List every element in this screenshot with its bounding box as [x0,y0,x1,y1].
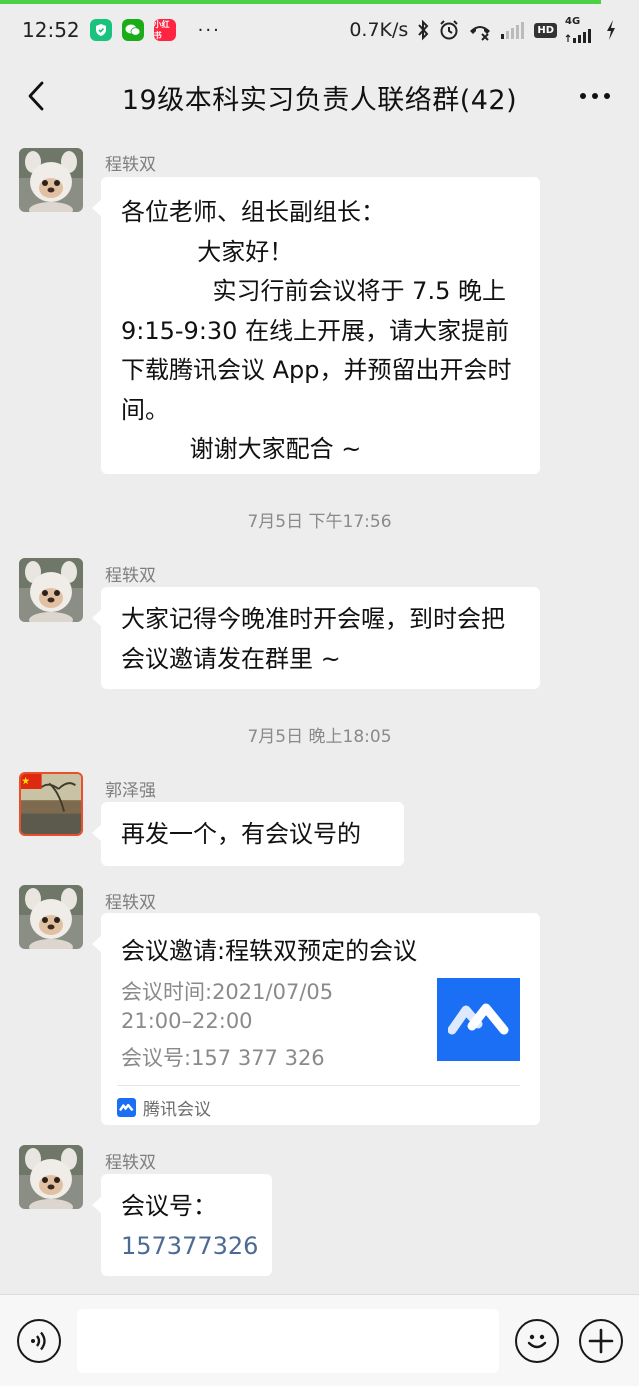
avatar[interactable] [19,558,83,622]
wifi-signal-weak-icon [500,20,526,40]
hd-voice-badge: HD [534,22,557,38]
avatar[interactable] [19,772,83,836]
missed-call-icon [468,19,492,41]
chat-header: 19级本科实习负责人联络群(42) [0,56,639,136]
sender-name: 程轶双 [105,566,156,586]
message-text: 大家记得今晚准时开会喔，到时会把会议邀请发在群里 ~ [121,605,505,673]
more-button[interactable] [575,78,615,114]
more-dots-icon [580,93,610,99]
avatar[interactable] [19,1145,83,1209]
shield-app-icon [89,19,112,41]
emoji-button[interactable] [515,1319,559,1363]
message-bubble[interactable]: 会议号： 157377326 [92,1174,272,1276]
meeting-number-link[interactable]: 157377326 [121,1227,258,1267]
status-time: 12:52 [22,18,80,42]
plus-icon [588,1328,614,1354]
card-meeting-time: 会议时间:2021/07/05 [121,980,334,1004]
card-meeting-id: 会议号:157 377 326 [121,1046,325,1070]
tencent-meeting-icon [447,1003,508,1034]
network-speed: 0.7K/s [349,19,409,41]
alarm-icon [438,19,460,41]
timestamp: 7月5日 下午17:56 [247,512,392,532]
dog-avatar-image [19,1145,83,1209]
card-meeting-time-range: 21:00–22:00 [121,1009,253,1033]
message-text: 再发一个，有会议号的 [121,820,361,848]
wechat-app-icon [121,19,144,41]
sender-name: 郭泽强 [105,781,156,801]
timestamp: 7月5日 晚上18:05 [247,727,392,747]
message-bubble[interactable]: 再发一个，有会议号的 [92,802,404,866]
network-type-label: 4G [565,16,581,27]
sender-name: 程轶双 [105,1153,156,1173]
message-text: 会议号： [121,1192,217,1220]
chat-title: 19级本科实习负责人联络群(42) [121,85,518,116]
card-divider [117,1085,520,1086]
dog-avatar-image [19,558,83,622]
plus-button[interactable] [579,1319,623,1363]
avatar[interactable] [19,148,83,212]
dog-avatar-image [19,148,83,212]
voice-button[interactable] [17,1319,61,1363]
message-text: 各位老师、组长副组长： 大家好！ 实习行前会议将于 7.5 晚上 9:15-9:… [121,198,512,463]
sender-name: 程轶双 [105,893,156,913]
avatar[interactable] [19,885,83,949]
card-title: 会议邀请:程轶双预定的会议 [121,937,418,965]
message-bubble[interactable]: 大家记得今晚准时开会喔，到时会把会议邀请发在群里 ~ [92,587,540,689]
sender-name: 程轶双 [105,155,156,175]
message-input[interactable] [77,1309,499,1373]
xiaohongshu-app-icon: 小红书 [153,19,176,41]
charging-icon [605,19,617,41]
flag-avatar-image [21,774,81,834]
card-source: 腾讯会议 [117,1095,211,1120]
voice-icon [31,1331,46,1351]
cellular-signal-icon: 4G [565,17,597,43]
tencent-meeting-logo [437,978,520,1061]
dog-avatar-image [19,885,83,949]
more-notifications-dots: ··· [197,19,221,41]
tencent-meeting-small-icon [117,1098,136,1117]
card-source-label: 腾讯会议 [143,1100,211,1120]
emoji-icon [527,1334,547,1349]
meeting-invite-card[interactable]: 会议邀请:程轶双预定的会议 会议时间:2021/07/05 21:00–22:0… [92,913,540,1125]
status-bar: 12:52 小红书 ··· 0.7K/s HD 4G [0,4,639,56]
chat-input-bar [0,1294,639,1386]
bluetooth-icon [416,19,430,41]
message-bubble[interactable]: 各位老师、组长副组长： 大家好！ 实习行前会议将于 7.5 晚上 9:15-9:… [92,177,540,474]
